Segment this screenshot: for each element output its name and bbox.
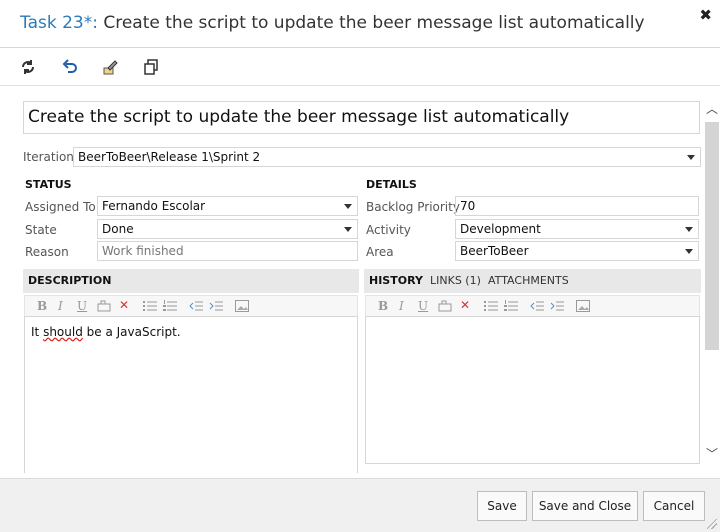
save-and-close-button[interactable]: Save and Close [532, 491, 638, 521]
numbered-list-icon[interactable] [163, 300, 177, 315]
description-panel-header: DESCRIPTION [23, 269, 359, 293]
save-button[interactable]: Save [477, 491, 527, 521]
undo-icon[interactable] [62, 59, 78, 75]
scroll-down-icon[interactable]: ﹀ [706, 445, 718, 462]
italic-button[interactable]: I [399, 299, 404, 313]
indent-icon[interactable] [550, 300, 564, 315]
area-label: Area [366, 245, 394, 259]
status-heading: STATUS [25, 178, 72, 191]
iteration-label: Iteration [23, 150, 74, 164]
history-editor-toolbar: B I U ✕ [365, 295, 700, 317]
iteration-value: BeerToBeer\Release 1\Sprint 2 [78, 150, 261, 164]
state-dropdown[interactable]: Done [97, 219, 358, 239]
details-heading: DETAILS [366, 178, 417, 191]
indent-icon[interactable] [209, 300, 223, 315]
description-text: It should be a JavaScript. [31, 325, 181, 339]
resize-grip-icon[interactable] [707, 519, 717, 529]
work-item-form: Create the script to update the beer mes… [22, 86, 702, 473]
dialog-footer: Save Save and Close Cancel [0, 478, 720, 532]
area-dropdown[interactable]: BeerToBeer [455, 241, 699, 261]
task-id: Task 23*: [20, 13, 98, 33]
assigned-to-label: Assigned To [25, 200, 96, 214]
backlog-priority-label: Backlog Priority [366, 200, 460, 214]
chevron-down-icon [344, 227, 352, 232]
chevron-down-icon [685, 249, 693, 254]
bold-button[interactable]: B [37, 299, 47, 313]
reason-value: Work finished [102, 244, 184, 258]
clear-format-button[interactable]: ✕ [119, 298, 129, 312]
work-item-title-field[interactable]: Create the script to update the beer mes… [23, 101, 700, 134]
activity-dropdown[interactable]: Development [455, 219, 699, 239]
highlight-icon[interactable] [438, 300, 452, 315]
history-panel-header: HISTORY LINKS (1) ATTACHMENTS [364, 269, 701, 293]
chevron-down-icon [685, 227, 693, 232]
dialog-titlebar: Task 23*: Create the script to update th… [0, 0, 720, 48]
bold-button[interactable]: B [378, 299, 388, 313]
history-editor[interactable] [365, 316, 700, 464]
copy-icon[interactable] [143, 59, 159, 75]
description-text-prefix: It [31, 325, 44, 339]
scroll-up-icon[interactable]: ︿ [706, 100, 718, 117]
backlog-priority-value: 70 [460, 199, 476, 213]
reason-label: Reason [25, 245, 69, 259]
assigned-to-value: Fernando Escolar [102, 199, 206, 213]
tab-links[interactable]: LINKS (1) [430, 274, 481, 287]
description-text-suffix: be a JavaScript. [82, 325, 181, 339]
outdent-icon[interactable] [530, 300, 544, 315]
description-text-misspelled: should [43, 325, 83, 339]
cancel-button[interactable]: Cancel [643, 491, 705, 521]
close-icon[interactable]: ✖ [699, 6, 712, 24]
insert-image-icon[interactable] [235, 300, 249, 315]
toolbar [0, 48, 720, 86]
tab-history[interactable]: HISTORY [369, 274, 423, 287]
clear-format-button[interactable]: ✕ [460, 298, 470, 312]
numbered-list-icon[interactable] [504, 300, 518, 315]
tab-attachments[interactable]: ATTACHMENTS [488, 274, 569, 287]
outdent-icon[interactable] [189, 300, 203, 315]
area-value: BeerToBeer [460, 244, 529, 258]
bullet-list-icon[interactable] [484, 300, 498, 315]
form-scrollbar[interactable]: ︿ ﹀ [704, 96, 720, 466]
description-heading: DESCRIPTION [28, 274, 112, 287]
chevron-down-icon [687, 155, 695, 160]
edit-template-icon[interactable] [102, 59, 118, 75]
scrollbar-thumb[interactable] [705, 122, 719, 350]
insert-image-icon[interactable] [576, 300, 590, 315]
iteration-dropdown[interactable]: BeerToBeer\Release 1\Sprint 2 [73, 147, 701, 167]
chevron-down-icon [344, 204, 352, 209]
activity-value: Development [460, 222, 541, 236]
description-editor-toolbar: B I U ✕ [24, 295, 358, 317]
dialog-title-text: Create the script to update the beer mes… [103, 13, 645, 33]
italic-button[interactable]: I [58, 299, 63, 313]
backlog-priority-field[interactable]: 70 [455, 196, 699, 216]
reason-field[interactable]: Work finished [97, 241, 358, 261]
underline-button[interactable]: U [77, 299, 87, 313]
underline-button[interactable]: U [418, 299, 428, 313]
bullet-list-icon[interactable] [143, 300, 157, 315]
refresh-icon[interactable] [20, 59, 36, 75]
activity-label: Activity [366, 223, 411, 237]
highlight-icon[interactable] [97, 300, 111, 315]
assigned-to-dropdown[interactable]: Fernando Escolar [97, 196, 358, 216]
state-value: Done [102, 222, 134, 236]
dialog-title: Task 23*: Create the script to update th… [20, 13, 645, 33]
description-editor[interactable]: It should be a JavaScript. [24, 316, 358, 473]
state-label: State [25, 223, 57, 237]
